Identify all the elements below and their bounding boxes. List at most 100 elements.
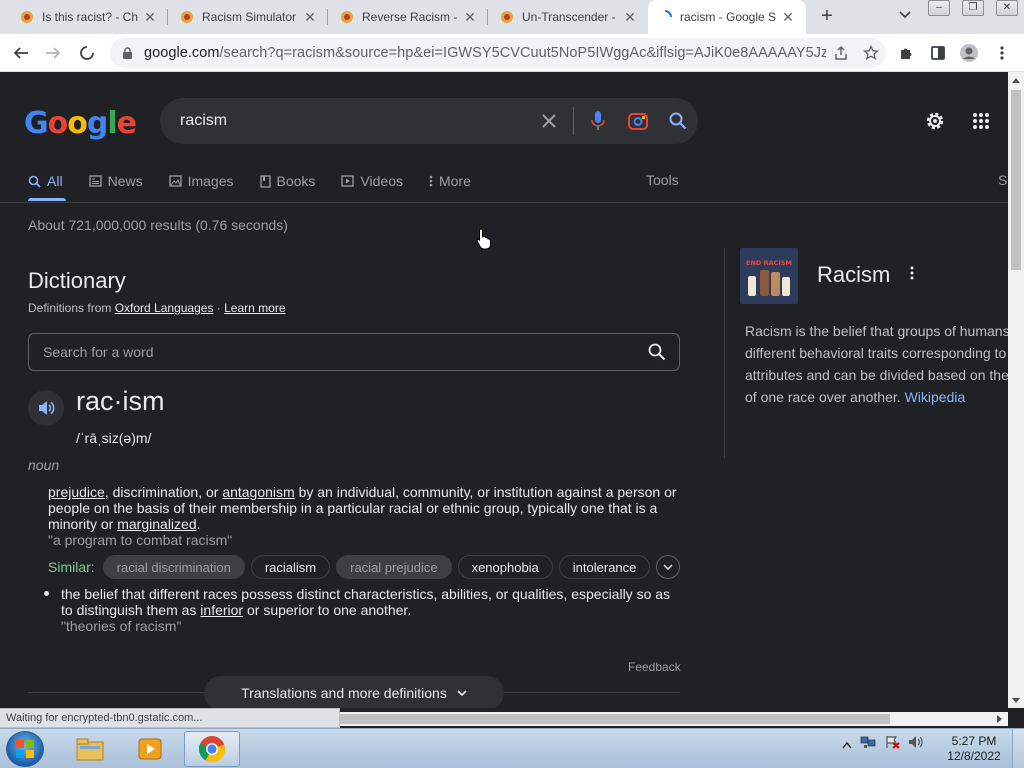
- tab-1[interactable]: Is this racist? - Ch ✕: [10, 0, 168, 34]
- definition-text: or superior to one another.: [243, 602, 412, 618]
- kp-desc-line: Racism is the belief that groups of huma…: [745, 323, 1008, 339]
- tab-5-active[interactable]: racism - Google S ✕: [648, 0, 806, 34]
- browser-toolbar: google.com/search?q=racism&source=hp&ei=…: [0, 34, 1024, 72]
- scroll-down-arrow-icon[interactable]: [1012, 698, 1020, 703]
- lock-icon[interactable]: [122, 46, 134, 60]
- window-controls: – ❐ ✕: [928, 0, 1024, 18]
- knowledge-panel-more-icon[interactable]: [906, 266, 918, 284]
- restore-button[interactable]: ❐: [962, 0, 984, 16]
- nav-tab-books[interactable]: Books: [259, 170, 316, 192]
- similar-chip-racialism[interactable]: racialism: [250, 555, 331, 579]
- word-search-input[interactable]: Search for a word: [28, 333, 680, 371]
- close-window-button[interactable]: ✕: [996, 0, 1018, 16]
- search-submit-icon[interactable]: [658, 98, 698, 144]
- learn-more-link[interactable]: Learn more: [224, 301, 285, 315]
- nav-tab-videos[interactable]: Videos: [341, 170, 403, 192]
- tab-3[interactable]: Reverse Racism - ✕: [330, 0, 488, 34]
- close-tab-icon[interactable]: ✕: [780, 9, 796, 26]
- marginalized-link[interactable]: marginalized: [117, 516, 196, 532]
- chrome-taskbar-icon[interactable]: [184, 731, 240, 767]
- nav-tab-images[interactable]: Images: [168, 170, 234, 192]
- similar-chip-racial-discrimination[interactable]: racial discrimination: [102, 555, 245, 579]
- volume-speaker-icon[interactable]: [908, 735, 924, 754]
- antagonism-link[interactable]: antagonism: [222, 484, 294, 500]
- forward-arrow-icon[interactable]: [42, 42, 64, 64]
- safesearch-label-truncated[interactable]: S: [998, 172, 1007, 188]
- search-nav-tabs: All News Images Books Videos More: [28, 170, 497, 192]
- nav-tab-all[interactable]: All: [28, 170, 63, 192]
- browser-status-bar: Waiting for encrypted-tbn0.gstatic.com..…: [0, 708, 340, 728]
- dictionary-source: Definitions from Oxford Languages · Lear…: [28, 301, 286, 315]
- feedback-link[interactable]: Feedback: [628, 660, 681, 674]
- expand-similar-chevron-icon[interactable]: [656, 555, 681, 579]
- site-favicon-icon: [340, 10, 354, 24]
- horizontal-scroll-thumb[interactable]: [340, 714, 890, 724]
- extensions-puzzle-icon[interactable]: [895, 42, 917, 64]
- pronunciation-speaker-icon[interactable]: [28, 390, 64, 426]
- tab-search-icon[interactable]: [896, 8, 914, 26]
- similar-chip-racial-prejudice[interactable]: racial prejudice: [336, 555, 452, 579]
- media-player-taskbar-icon[interactable]: [122, 731, 178, 767]
- image-icon: [168, 175, 182, 187]
- settings-gear-icon[interactable]: [920, 106, 950, 136]
- profile-avatar-icon[interactable]: [958, 42, 980, 64]
- nav-tab-label: Books: [276, 173, 316, 189]
- search-box[interactable]: racism: [160, 98, 698, 144]
- search-icon[interactable]: [635, 343, 679, 361]
- bookmark-star-icon[interactable]: [856, 45, 886, 61]
- similar-chip-intolerance[interactable]: intolerance: [558, 555, 651, 579]
- tools-button[interactable]: Tools: [646, 172, 679, 188]
- similar-label: Similar:: [48, 559, 95, 575]
- network-icon[interactable]: [860, 735, 876, 754]
- scroll-up-arrow-icon[interactable]: [1012, 78, 1020, 83]
- file-explorer-taskbar-icon[interactable]: [62, 731, 118, 767]
- vertical-scroll-thumb[interactable]: [1011, 90, 1021, 270]
- voice-search-icon[interactable]: [578, 98, 618, 144]
- tab-2[interactable]: Racism Simulator ✕: [170, 0, 328, 34]
- knowledge-panel-thumbnail[interactable]: END RACISM: [740, 248, 798, 304]
- show-desktop-button[interactable]: [1012, 729, 1024, 768]
- system-clock[interactable]: 5:27 PM 12/8/2022: [944, 734, 1004, 764]
- vertical-scrollbar[interactable]: [1008, 72, 1024, 708]
- url-host: google.com: [144, 45, 220, 61]
- back-arrow-icon[interactable]: [10, 42, 32, 64]
- share-icon[interactable]: [826, 45, 856, 61]
- side-panel-icon[interactable]: [927, 42, 949, 64]
- new-tab-button[interactable]: +: [816, 6, 838, 28]
- close-tab-icon[interactable]: ✕: [302, 9, 318, 26]
- close-tab-icon[interactable]: ✕: [142, 9, 158, 26]
- close-tab-icon[interactable]: ✕: [462, 9, 478, 26]
- header-divider: [0, 202, 1008, 203]
- url-text[interactable]: google.com/search?q=racism&source=hp&ei=…: [144, 45, 826, 61]
- scroll-right-arrow-icon[interactable]: [997, 715, 1002, 723]
- google-logo[interactable]: Google: [24, 106, 137, 141]
- nav-tab-news[interactable]: News: [88, 170, 143, 192]
- lens-camera-icon[interactable]: [618, 98, 658, 144]
- wikipedia-link[interactable]: Wikipedia: [905, 389, 966, 405]
- part-of-speech: noun: [28, 457, 60, 473]
- similar-words: Similar: racial discrimination racialism…: [48, 554, 681, 580]
- show-hidden-icons-icon[interactable]: [842, 736, 852, 754]
- start-button-windows-icon[interactable]: [6, 731, 44, 767]
- tab-4[interactable]: Un-Transcender - ✕: [490, 0, 648, 34]
- definition-2: the belief that different races possess …: [61, 586, 683, 618]
- nav-tab-more[interactable]: More: [429, 170, 471, 192]
- site-favicon-icon: [500, 10, 514, 24]
- translations-more-definitions-button[interactable]: Translations and more definitions: [204, 676, 504, 708]
- search-query[interactable]: racism: [180, 112, 529, 130]
- similar-chip-xenophobia[interactable]: xenophobia: [457, 555, 553, 579]
- browser-menu-icon[interactable]: [991, 42, 1013, 64]
- google-apps-grid-icon[interactable]: [966, 106, 996, 136]
- tab-separator: [327, 9, 328, 25]
- reload-loading-icon[interactable]: [76, 42, 98, 64]
- address-bar[interactable]: google.com/search?q=racism&source=hp&ei=…: [110, 38, 886, 68]
- example-2: "theories of racism": [61, 618, 182, 634]
- horizontal-scrollbar[interactable]: [340, 712, 1008, 726]
- action-center-flag-icon[interactable]: [884, 735, 900, 754]
- close-tab-icon[interactable]: ✕: [622, 9, 638, 26]
- clear-search-icon[interactable]: [529, 98, 569, 144]
- oxford-languages-link[interactable]: Oxford Languages: [115, 301, 214, 315]
- inferior-link[interactable]: inferior: [200, 602, 243, 618]
- prejudice-link[interactable]: prejudice: [48, 484, 105, 500]
- minimize-button[interactable]: –: [928, 0, 950, 16]
